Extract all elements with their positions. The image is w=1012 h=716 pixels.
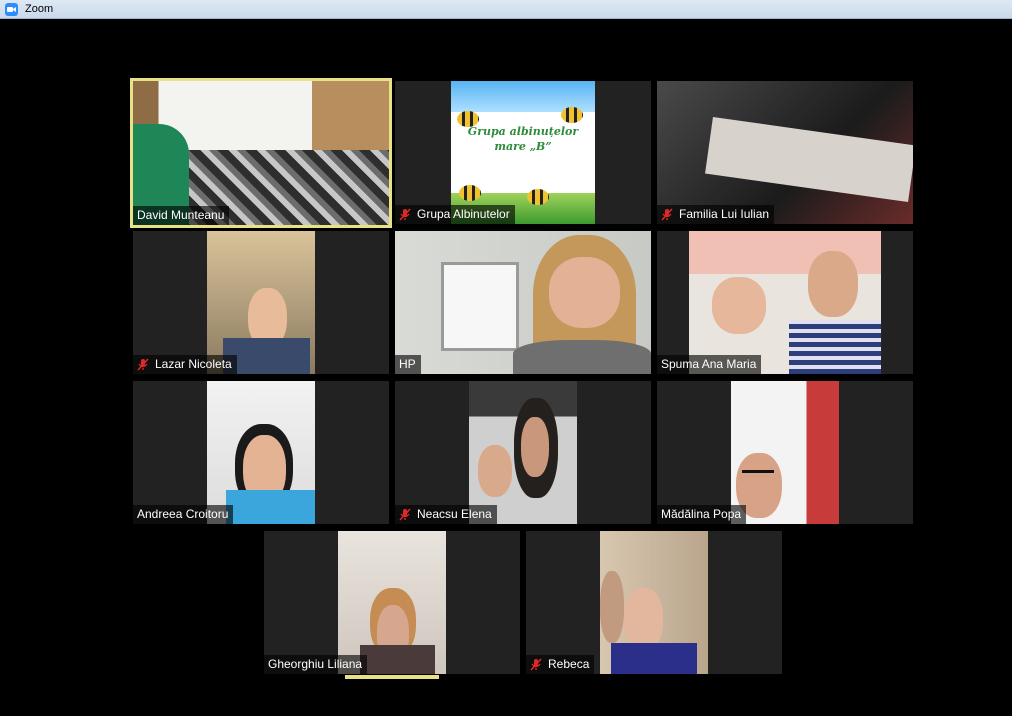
muted-mic-icon xyxy=(661,208,673,221)
zoom-camera-icon xyxy=(5,2,18,16)
participant-video xyxy=(395,231,651,374)
participant-video xyxy=(731,381,839,524)
participant-name: Mădălina Popa xyxy=(657,505,747,524)
participant-tile[interactable]: Gheorghiu Liliana xyxy=(264,531,520,674)
participant-name: Spuma Ana Maria xyxy=(657,355,762,374)
participant-video xyxy=(207,231,315,374)
participant-name: David Munteanu xyxy=(133,206,230,225)
participant-tile[interactable]: David Munteanu xyxy=(130,78,392,228)
participant-name: Rebeca xyxy=(526,655,595,674)
participant-tile[interactable]: Familia Lui Iulian xyxy=(657,81,913,224)
participant-video xyxy=(207,381,315,524)
participant-video xyxy=(657,81,913,224)
participant-video xyxy=(469,381,577,524)
window-titlebar: Zoom xyxy=(0,0,1012,19)
participant-name: Grupa Albinutelor xyxy=(395,205,515,224)
participant-tile[interactable]: Lazar Nicoleta xyxy=(133,231,389,374)
participant-video xyxy=(689,231,881,374)
participant-name: Andreea Croitoru xyxy=(133,505,234,524)
muted-mic-icon xyxy=(530,658,542,671)
participant-tile[interactable]: Mădălina Popa xyxy=(657,381,913,524)
participant-name: Lazar Nicoleta xyxy=(133,355,237,374)
window-title: Zoom xyxy=(25,3,54,15)
participant-name: Gheorghiu Liliana xyxy=(264,655,368,674)
participant-name: HP xyxy=(395,355,421,374)
participant-video xyxy=(133,81,389,225)
muted-mic-icon xyxy=(399,508,411,521)
muted-mic-icon xyxy=(399,208,411,221)
participant-tile[interactable]: Grupa albinuțelor mare „B” Grupa Albinute… xyxy=(395,81,651,224)
participant-name: Familia Lui Iulian xyxy=(657,205,775,224)
participant-tile[interactable]: HP xyxy=(395,231,651,374)
participant-video: Grupa albinuțelor mare „B” xyxy=(451,81,595,224)
participant-tile[interactable]: Rebeca xyxy=(526,531,782,674)
slide-text: Grupa albinuțelor mare „B” xyxy=(467,124,579,153)
participant-name: Neacsu Elena xyxy=(395,505,497,524)
participant-tile[interactable]: Andreea Croitoru xyxy=(133,381,389,524)
participant-video xyxy=(600,531,708,674)
participant-video xyxy=(338,531,446,674)
participant-tile[interactable]: Neacsu Elena xyxy=(395,381,651,524)
muted-mic-icon xyxy=(137,358,149,371)
speaking-indicator xyxy=(345,675,439,679)
participant-tile[interactable]: Spuma Ana Maria xyxy=(657,231,913,374)
